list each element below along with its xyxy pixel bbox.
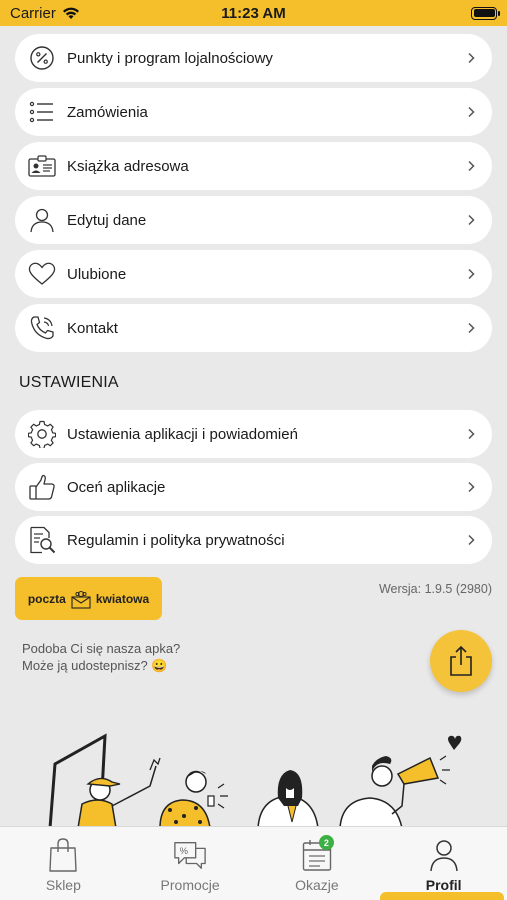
- logo-text-left: poczta: [27, 591, 66, 606]
- logo-text-right: kwiatowa: [95, 591, 150, 606]
- share-prompt: Podoba Ci się nasza apka? Może ją udoste…: [22, 640, 180, 674]
- chevron-right-icon: [466, 427, 476, 441]
- share-icon: [450, 645, 472, 676]
- deals-badge: 2: [318, 835, 334, 850]
- menu-item-loyalty[interactable]: Punkty i program lojalnościowy: [15, 34, 492, 82]
- document-search-icon: [27, 525, 57, 555]
- chevron-right-icon: [466, 159, 476, 173]
- menu-item-terms[interactable]: Regulamin i polityka prywatności: [15, 516, 492, 564]
- shopping-bag-icon: [46, 837, 80, 873]
- status-bar: Carrier 11:23 AM: [0, 0, 507, 26]
- list-icon: [27, 97, 57, 127]
- settings-section-title: USTAWIENIA: [19, 374, 119, 391]
- menu-item-label: Kontakt: [67, 319, 118, 337]
- chevron-right-icon: [466, 321, 476, 335]
- percent-icon: [27, 43, 57, 73]
- envelope-flower-icon: [71, 590, 91, 609]
- menu-item-label: Oceń aplikacje: [67, 478, 166, 496]
- profile-icon: [427, 837, 461, 873]
- tab-profile[interactable]: Profil: [380, 827, 507, 900]
- clock: 11:23 AM: [221, 4, 286, 22]
- people-illustration: [48, 733, 462, 828]
- share-button[interactable]: [430, 630, 492, 692]
- menu-item-label: Zamówienia: [67, 103, 148, 121]
- calendar-icon: 2: [300, 835, 334, 873]
- brand-logo: poczta kwiatowa: [15, 577, 162, 620]
- share-prompt-line2: Może ją udostepnisz? 😀: [22, 658, 168, 673]
- thumbs-up-icon: [27, 472, 57, 502]
- tab-deals[interactable]: 2 Okazje: [254, 827, 381, 900]
- menu-item-edit-data[interactable]: Edytuj dane: [15, 196, 492, 244]
- wifi-icon: [62, 7, 79, 19]
- menu-item-address-book[interactable]: Książka adresowa: [15, 142, 492, 190]
- carrier: Carrier: [10, 5, 80, 22]
- tab-label: Promocje: [160, 877, 220, 893]
- menu-item-app-settings[interactable]: Ustawienia aplikacji i powiadomień: [15, 410, 492, 458]
- active-tab-indicator: [380, 892, 504, 900]
- tab-label: Profil: [425, 877, 462, 893]
- menu-item-orders[interactable]: Zamówienia: [15, 88, 492, 136]
- tab-shop[interactable]: Sklep: [0, 827, 127, 900]
- tab-promotions[interactable]: % Promocje: [127, 827, 254, 900]
- tab-label: Sklep: [45, 877, 81, 893]
- menu-item-label: Punkty i program lojalnościowy: [67, 49, 273, 67]
- user-icon: [27, 205, 57, 235]
- carrier-label: Carrier: [10, 4, 56, 22]
- chevron-right-icon: [466, 51, 476, 65]
- app-version: Wersja: 1.9.5 (2980): [378, 582, 492, 596]
- gear-icon: [27, 419, 57, 449]
- menu-item-label: Ulubione: [67, 265, 127, 283]
- chevron-right-icon: [466, 480, 476, 494]
- chevron-right-icon: [466, 533, 476, 547]
- menu-item-rate-app[interactable]: Oceń aplikacje: [15, 463, 492, 511]
- chevron-right-icon: [466, 267, 476, 281]
- menu-item-favorites[interactable]: Ulubione: [15, 250, 492, 298]
- chevron-right-icon: [466, 213, 476, 227]
- phone-icon: [27, 313, 57, 343]
- heart-icon: [27, 259, 57, 289]
- menu-item-label: Książka adresowa: [67, 157, 189, 175]
- tab-label: Okazje: [295, 877, 339, 893]
- address-card-icon: [27, 151, 57, 181]
- tab-bar: Sklep % Promocje 2 Okazje Profil: [0, 826, 507, 900]
- svg-text:%: %: [180, 846, 189, 857]
- menu-item-label: Ustawienia aplikacji i powiadomień: [67, 425, 298, 443]
- chevron-right-icon: [466, 105, 476, 119]
- battery-icon: [471, 6, 500, 20]
- menu-item-label: Regulamin i polityka prywatności: [67, 531, 285, 549]
- menu-item-label: Edytuj dane: [67, 211, 147, 229]
- menu-item-contact[interactable]: Kontakt: [15, 304, 492, 352]
- promo-chat-icon: %: [173, 837, 207, 873]
- share-prompt-line1: Podoba Ci się nasza apka?: [22, 641, 181, 656]
